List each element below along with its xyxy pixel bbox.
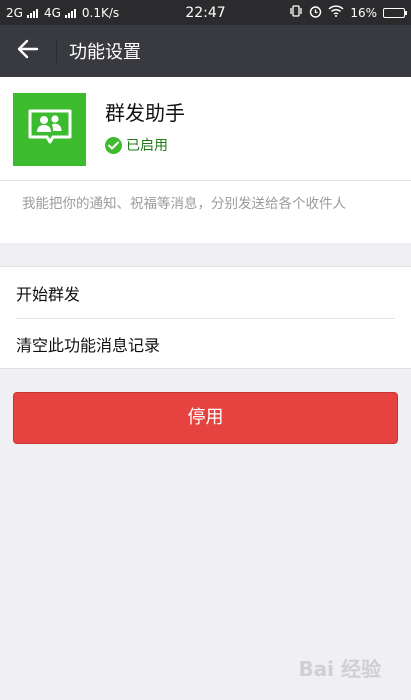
network-speed: 0.1K/s xyxy=(81,5,120,20)
nav-bar: 功能设置 xyxy=(0,25,411,77)
battery-percent: 16% xyxy=(350,5,377,20)
page-title: 功能设置 xyxy=(69,42,141,63)
signal-icon xyxy=(64,8,76,18)
start-broadcast-item[interactable]: 开始群发 xyxy=(0,267,411,318)
check-icon xyxy=(105,136,122,154)
disable-button[interactable]: 停用 xyxy=(13,392,398,444)
back-arrow-icon xyxy=(17,39,39,63)
battery-icon xyxy=(383,7,407,18)
group-chat-icon xyxy=(27,108,73,152)
signal-icon xyxy=(26,8,38,18)
app-name: 群发助手 xyxy=(105,101,185,125)
app-description: 我能把你的通知、祝福等消息，分别发送给各个收件人 xyxy=(22,196,346,212)
nav-divider xyxy=(56,39,57,63)
enabled-status: 已启用 xyxy=(105,135,168,155)
description-card: 我能把你的通知、祝福等消息，分别发送给各个收件人 xyxy=(0,180,411,243)
network-2g-label: 2G xyxy=(6,5,23,20)
enabled-status-label: 已启用 xyxy=(126,138,168,154)
app-header-card: 群发助手 已启用 xyxy=(0,77,411,180)
wifi-icon xyxy=(328,5,344,20)
back-button[interactable] xyxy=(0,25,56,77)
status-left: 2G 4G 0.1K/s xyxy=(6,6,289,20)
status-right: 16% xyxy=(289,5,407,21)
app-icon xyxy=(13,93,86,166)
network-4g-label: 4G xyxy=(43,5,61,20)
vibrate-icon xyxy=(289,5,303,20)
menu-list: 开始群发 清空此功能消息记录 xyxy=(0,266,411,369)
watermark-logo: Bai 经验 xyxy=(298,657,381,681)
alarm-icon xyxy=(309,5,322,21)
status-bar: 2G 4G 0.1K/s 22:47 16% xyxy=(0,0,411,25)
clear-messages-item[interactable]: 清空此功能消息记录 xyxy=(0,318,411,369)
